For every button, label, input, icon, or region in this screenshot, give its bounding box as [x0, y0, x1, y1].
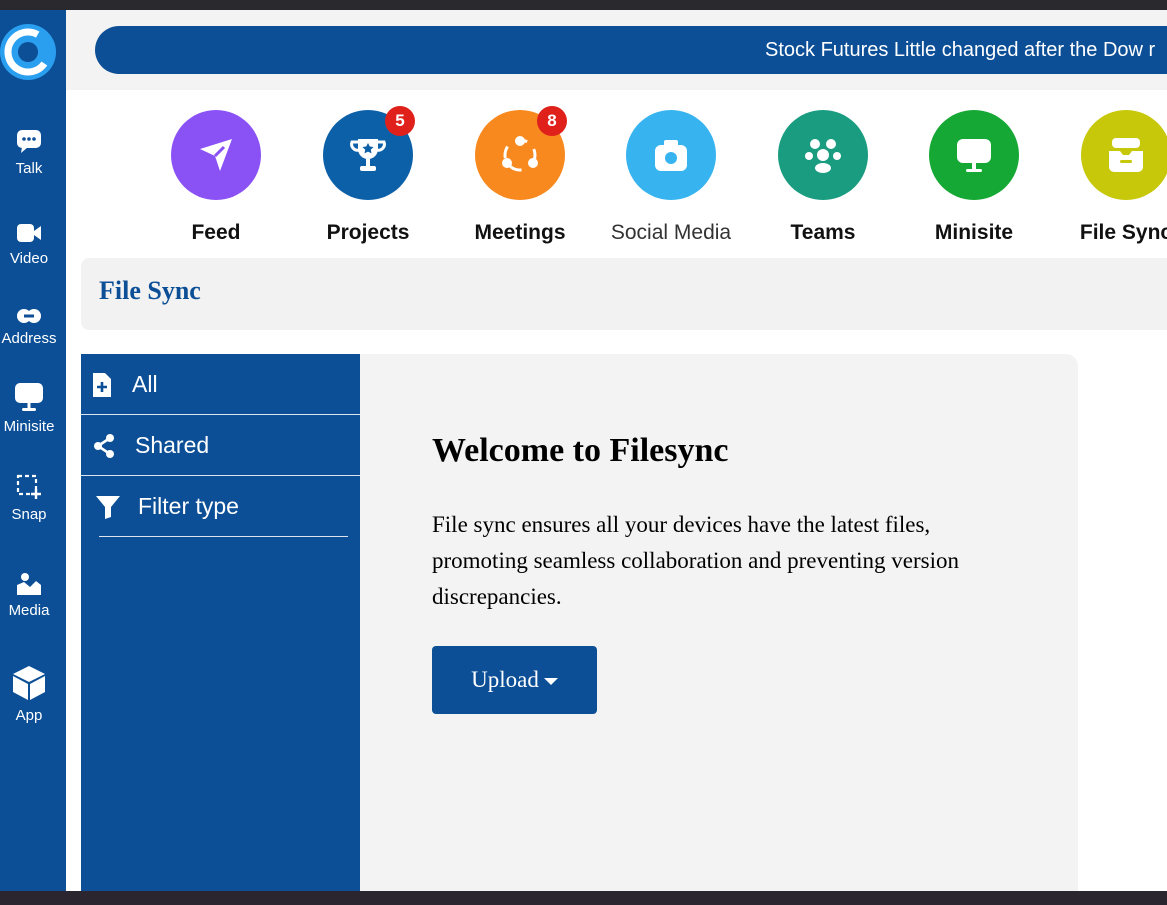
rail-item-snap[interactable]: Snap — [0, 474, 58, 523]
app-tile-minisite[interactable]: Minisite — [899, 110, 1049, 245]
notification-badge: 5 — [385, 106, 415, 136]
screenshot-select-icon — [16, 474, 41, 499]
app-tile-meetings[interactable]: 8 Meetings — [445, 106, 595, 245]
app-tile-projects[interactable]: 5 Projects — [293, 106, 443, 245]
rail-item-label: Talk — [15, 160, 43, 177]
section-header: File Sync — [81, 258, 1167, 330]
app-circle — [929, 110, 1019, 200]
monitor-icon — [957, 139, 991, 172]
left-rail: Talk Video Address Minisite Snap Media A… — [0, 10, 66, 891]
app-circle: 5 — [323, 106, 415, 200]
app-label: Teams — [790, 221, 856, 244]
ticker-text: Stock Futures Little changed after the D… — [765, 39, 1156, 61]
menu-item-all[interactable]: All — [81, 354, 360, 414]
app-label: File Sync — [1079, 221, 1167, 244]
app-circle — [778, 110, 868, 200]
app-label: Projects — [326, 221, 410, 244]
paper-plane-icon — [200, 139, 232, 171]
ticker-bar: Stock Futures Little changed after the D… — [66, 10, 1167, 90]
rail-item-label: Media — [8, 602, 50, 619]
upload-label: Upload — [471, 667, 539, 692]
camera-icon — [655, 140, 687, 171]
file-sync-panel: All Shared Filter type Welcome to Filesy… — [81, 354, 1078, 891]
file-add-icon — [93, 373, 111, 397]
app-tile-teams[interactable]: Teams — [748, 110, 898, 245]
link-icon — [17, 309, 41, 323]
notification-badge: 8 — [537, 106, 567, 136]
app-label: Meetings — [474, 221, 566, 244]
app-logo — [0, 24, 56, 80]
rail-item-app[interactable]: App — [0, 665, 58, 724]
app-circle: 8 — [475, 106, 567, 200]
rail-item-label: Snap — [11, 506, 47, 523]
folder-sync-icon — [1109, 138, 1143, 172]
page-title: File Sync — [99, 276, 201, 305]
menu-divider — [99, 536, 348, 537]
share-nodes-icon — [502, 136, 538, 172]
share-icon — [94, 434, 114, 458]
rail-item-label: Address — [1, 330, 57, 347]
video-camera-icon — [17, 224, 41, 242]
welcome-content: Welcome to Filesync File sync ensures al… — [432, 432, 1032, 714]
rail-item-media[interactable]: Media — [0, 572, 58, 619]
taskbar-strip — [0, 891, 1167, 905]
app-window: Talk Video Address Minisite Snap Media A… — [0, 10, 1167, 891]
app-circle — [171, 110, 261, 200]
upload-dropdown-button[interactable]: Upload — [432, 646, 597, 714]
users-icon — [805, 139, 841, 173]
menu-item-label: Shared — [135, 432, 210, 458]
welcome-description: File sync ensures all your devices have … — [432, 512, 959, 609]
menu-item-filter-type[interactable]: Filter type — [81, 476, 360, 536]
filter-icon — [96, 496, 120, 519]
cube-icon — [13, 666, 45, 700]
rail-item-address[interactable]: Address — [0, 308, 58, 347]
window-top-strip — [0, 0, 1167, 10]
rail-item-label: Minisite — [3, 418, 55, 435]
rail-item-talk[interactable]: Talk — [0, 128, 58, 177]
rail-item-video[interactable]: Video — [0, 222, 58, 267]
file-filter-menu: All Shared Filter type — [81, 354, 360, 891]
menu-item-label: All — [132, 371, 158, 397]
menu-item-shared[interactable]: Shared — [81, 415, 360, 475]
rail-item-label: App — [15, 707, 43, 724]
rail-item-label: Video — [9, 250, 49, 267]
monitor-icon — [15, 383, 43, 411]
app-tile-file-sync[interactable]: File Sync — [1051, 110, 1167, 245]
welcome-title: Welcome to Filesync — [432, 432, 729, 469]
app-label: Feed — [191, 221, 241, 244]
app-tile-feed[interactable]: Feed — [141, 110, 291, 245]
app-label: Social Media — [610, 221, 732, 244]
app-label: Minisite — [934, 221, 1014, 244]
app-circle — [1081, 110, 1167, 200]
chat-icon — [17, 130, 41, 153]
rail-item-minisite[interactable]: Minisite — [0, 382, 58, 435]
menu-item-label: Filter type — [138, 493, 239, 519]
trophy-icon — [350, 139, 386, 171]
caret-down-icon — [543, 678, 558, 686]
app-tile-social-media[interactable]: Social Media — [596, 110, 746, 245]
app-launcher-row: Feed 5 Projects 8 Meetings Social Media … — [66, 90, 1167, 258]
app-circle — [626, 110, 716, 200]
news-ticker[interactable]: Stock Futures Little changed after the D… — [95, 26, 1167, 74]
image-icon — [17, 573, 41, 595]
